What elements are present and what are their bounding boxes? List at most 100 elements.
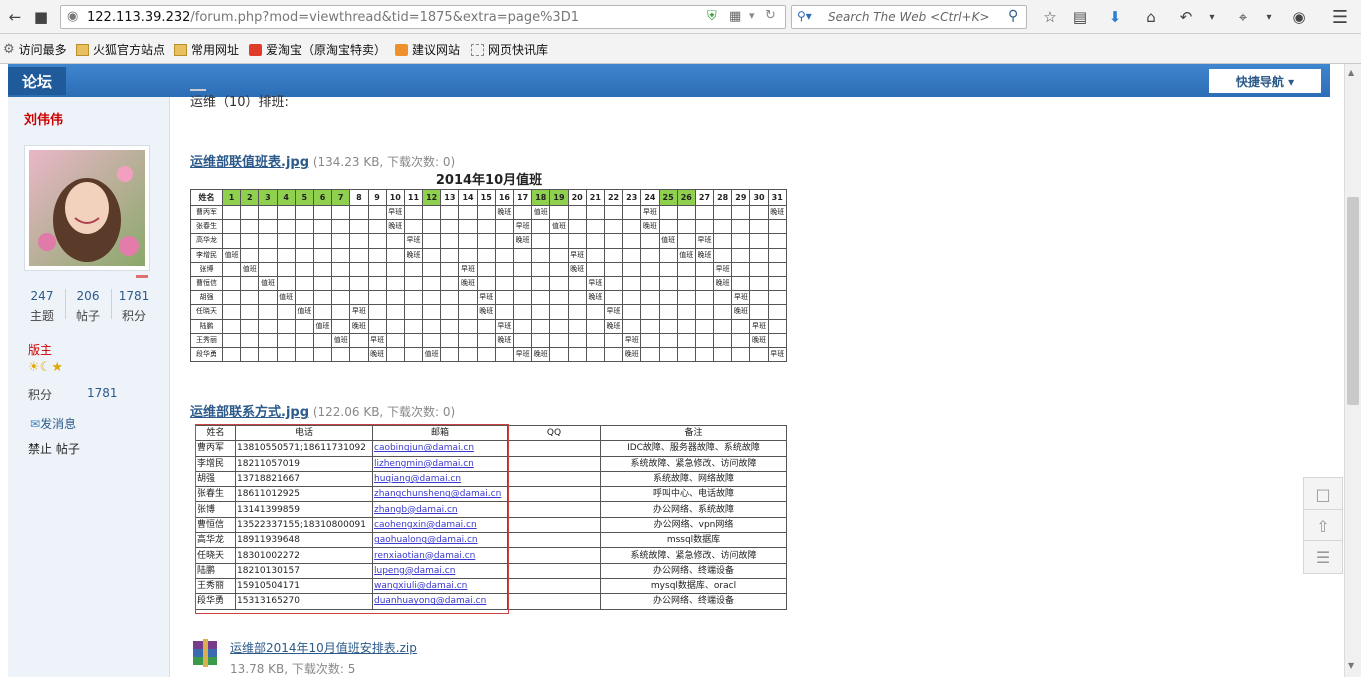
- schedule-cell: [258, 219, 278, 235]
- reading-list-icon[interactable]: ▤: [1069, 6, 1091, 28]
- schedule-cell: [403, 346, 424, 363]
- list-icon[interactable]: ☰: [1303, 540, 1343, 574]
- bookmarks-sidebar-icon[interactable]: ■: [30, 6, 52, 28]
- back-to-top-icon[interactable]: ⇧: [1303, 509, 1343, 543]
- schedule-cell: [258, 261, 278, 277]
- schedule-cell: [403, 304, 424, 320]
- stat-posts[interactable]: 206 帖子: [66, 289, 110, 324]
- schedule-cell: [312, 261, 333, 277]
- crop-menu-icon[interactable]: ▾: [1258, 6, 1280, 28]
- bookmark-common-sites[interactable]: 常用网址: [174, 41, 239, 58]
- schedule-cell: [349, 290, 369, 306]
- home-icon[interactable]: ⌂: [1140, 6, 1162, 28]
- role-badge[interactable]: 版主: [28, 341, 52, 358]
- schedule-cell: [531, 290, 551, 306]
- bookmark-star-icon[interactable]: ☆: [1039, 6, 1061, 28]
- search-icon[interactable]: ⚲: [1008, 8, 1018, 24]
- avatar[interactable]: [24, 145, 150, 271]
- schedule-cell: 值班: [258, 275, 278, 292]
- chat-icon[interactable]: ◉: [1288, 6, 1310, 28]
- contact-note: IDC故障、服务器故障、系统故障: [600, 440, 787, 457]
- scrollbar-thumb[interactable]: [1347, 197, 1359, 405]
- bookmark-most-visited[interactable]: ⚙ 访问最多: [3, 41, 67, 58]
- schedule-cell: [567, 332, 587, 348]
- quick-nav-button[interactable]: 快捷导航 ▾: [1209, 69, 1321, 93]
- schedule-header-row: 姓名 1 2 3 4 5 6 7 8 9 10 11 12 13 14 15 16 17 18 19 20 21 22 23 2…: [190, 189, 787, 206]
- schedule-cell: [567, 304, 587, 320]
- schedule-cell: [549, 261, 569, 277]
- dropdown-icon[interactable]: ▾: [749, 9, 755, 22]
- crop-icon[interactable]: ⌖: [1232, 6, 1254, 28]
- schedule-cell: [440, 233, 460, 249]
- schedule-cell: [622, 233, 642, 249]
- schedule-cell: [422, 304, 442, 320]
- schedule-cell: [676, 219, 696, 235]
- menu-icon[interactable]: ☰: [1329, 6, 1351, 28]
- stat-points[interactable]: 1781 积分: [112, 289, 156, 324]
- schedule-cell: [713, 219, 733, 235]
- bookmark-firefox-official[interactable]: 火狐官方站点: [76, 41, 165, 58]
- schedule-cell: [385, 332, 405, 348]
- contact-qq: [507, 470, 601, 488]
- schedule-cell: [512, 332, 533, 348]
- reload-icon[interactable]: ↻: [765, 8, 776, 23]
- schedule-cell: [640, 290, 660, 306]
- bookmark-web-slice[interactable]: 网页快讯库: [471, 41, 548, 58]
- search-engine-icon[interactable]: ⚲▾: [797, 9, 812, 23]
- ban-posts-link[interactable]: 禁止 帖子: [28, 440, 80, 457]
- contacts-image[interactable]: 姓名 电话 邮箱 QQ 备注 曹丙军 13810550571;18611731092 caob…: [190, 422, 788, 618]
- web-slice-icon: [471, 43, 484, 56]
- schedule-cell: [312, 346, 333, 363]
- back-button[interactable]: ←: [4, 6, 26, 28]
- schedule-cell: [331, 318, 351, 334]
- gear-icon: ⚙: [3, 42, 15, 57]
- forum-brand[interactable]: 论坛: [8, 67, 66, 95]
- schedule-cell: [494, 261, 515, 277]
- schedule-cell: [349, 219, 369, 235]
- attachment-schedule-link[interactable]: 运维部联值班表.jpg: [190, 155, 309, 170]
- schedule-cell: 晚班: [622, 346, 642, 363]
- schedule-cell: [349, 204, 369, 221]
- contacts-header: 备注: [600, 424, 787, 442]
- send-message-link[interactable]: ✉发消息: [30, 415, 76, 432]
- schedule-cell: [367, 261, 387, 277]
- bookmark-suggested-sites[interactable]: 建议网站: [395, 41, 460, 58]
- author-name[interactable]: 刘伟伟: [24, 109, 63, 128]
- page-scrollbar[interactable]: ▲ ▼: [1344, 64, 1361, 677]
- schedule-day-header: 20: [567, 189, 587, 206]
- shield-icon[interactable]: ⛨: [707, 9, 717, 24]
- schedule-cell: [458, 290, 478, 306]
- schedule-cell: [403, 332, 424, 348]
- stat-threads[interactable]: 247 主题: [20, 289, 64, 324]
- schedule-image[interactable]: 2014年10月值班 姓名 1 2 3 4 5 6 7 8 9 10 11 12 13 14 15 16 17 18…: [190, 172, 788, 370]
- bookmark-aitaobao[interactable]: 爱淘宝（原淘宝特卖）: [249, 41, 386, 58]
- scroll-down-icon[interactable]: ▼: [1348, 661, 1354, 670]
- schedule-cell: [258, 233, 278, 249]
- winrar-icon[interactable]: [190, 637, 222, 669]
- attachment-zip-link[interactable]: 运维部2014年10月值班安排表.zip: [230, 639, 417, 656]
- undo-menu-icon[interactable]: ▾: [1201, 6, 1223, 28]
- attachment-contacts-link[interactable]: 运维部联系方式.jpg: [190, 405, 309, 420]
- scroll-up-icon[interactable]: ▲: [1348, 68, 1354, 77]
- schedule-cell: [622, 219, 642, 235]
- schedule-cell: [476, 346, 496, 363]
- schedule-cell: [494, 304, 515, 320]
- schedule-cell: 早班: [458, 261, 478, 277]
- schedule-cell: [767, 318, 787, 334]
- schedule-cell: [531, 261, 551, 277]
- schedule-cell: [549, 346, 569, 363]
- schedule-cell: 早班: [476, 290, 496, 306]
- schedule-cell: [312, 290, 333, 306]
- download-icon[interactable]: ⬇: [1104, 6, 1126, 28]
- url-bar[interactable]: ◉ 122.113.39.232/forum.php?mod=viewthrea…: [60, 5, 786, 29]
- schedule-day-header: 16: [494, 189, 515, 206]
- schedule-cell: [694, 219, 715, 235]
- search-box[interactable]: ⚲▾ Search The Web <Ctrl+K> ⚲: [791, 5, 1027, 29]
- schedule-day-header: 7: [331, 189, 351, 206]
- reply-icon[interactable]: □: [1303, 477, 1343, 511]
- schedule-cell: [240, 318, 260, 334]
- schedule-cell: [512, 261, 533, 277]
- undo-icon[interactable]: ↶: [1175, 6, 1197, 28]
- schedule-table: 姓名 1 2 3 4 5 6 7 8 9 10 11 12 13 14 15 16 17 18 19 20 21 22 23 2…: [190, 189, 787, 363]
- qr-code-icon[interactable]: ▦: [729, 9, 741, 24]
